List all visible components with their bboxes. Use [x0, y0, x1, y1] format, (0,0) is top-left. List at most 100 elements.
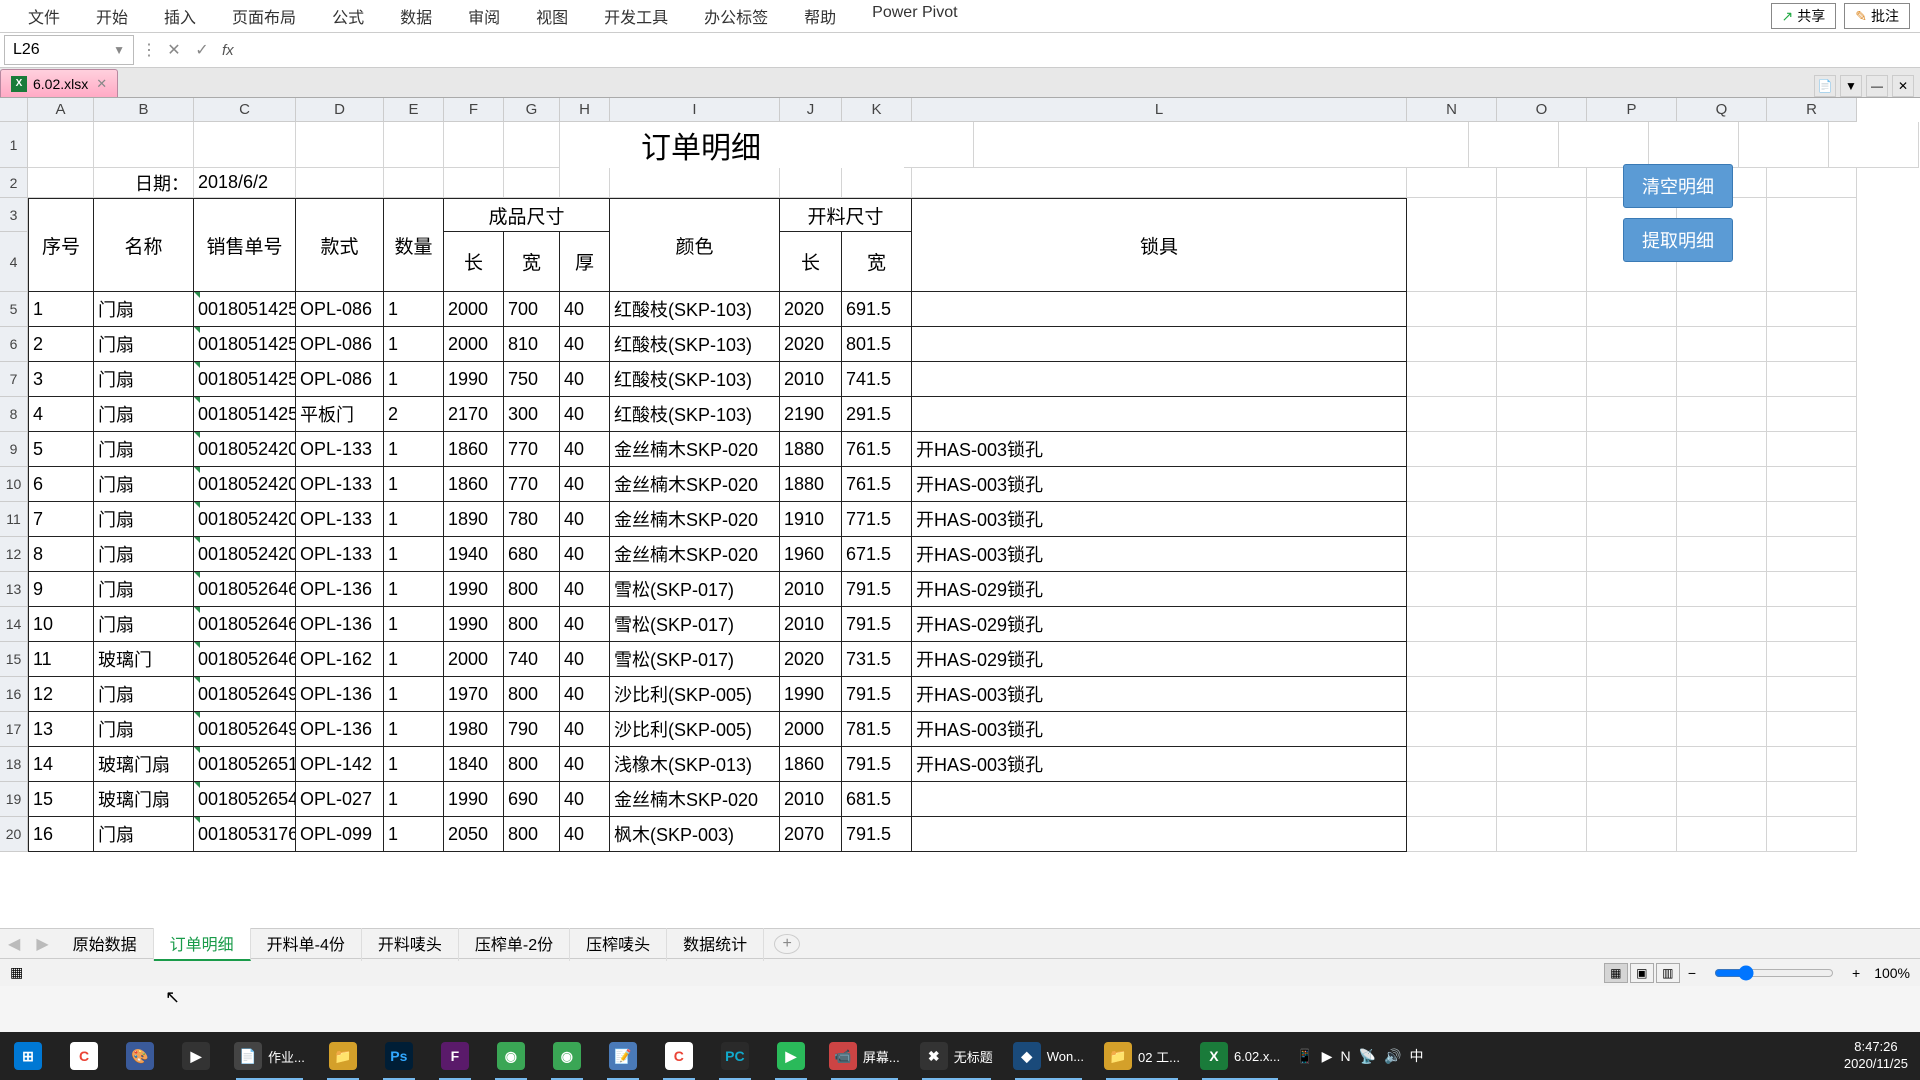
data-cell[interactable]: 6: [28, 467, 94, 502]
data-cell[interactable]: 12: [28, 677, 94, 712]
data-cell[interactable]: 1: [384, 292, 444, 327]
cell[interactable]: [1407, 537, 1497, 572]
col-header-B[interactable]: B: [94, 98, 194, 122]
data-cell[interactable]: 671.5: [842, 537, 912, 572]
data-cell[interactable]: 1: [384, 537, 444, 572]
data-cell[interactable]: [912, 782, 1407, 817]
data-cell[interactable]: 2000: [444, 292, 504, 327]
data-cell[interactable]: 门扇: [94, 502, 194, 537]
cell[interactable]: [1587, 782, 1677, 817]
header-宽[interactable]: 宽: [504, 232, 560, 292]
data-cell[interactable]: 开HAS-003锁孔: [912, 712, 1407, 747]
data-cell[interactable]: 2070: [780, 817, 842, 852]
cell[interactable]: [1677, 677, 1767, 712]
taskbar-item-16[interactable]: ◆Won...: [1003, 1032, 1094, 1080]
data-cell[interactable]: 2010: [780, 782, 842, 817]
header-lock[interactable]: 锁具: [912, 198, 1407, 292]
cell[interactable]: [504, 168, 560, 198]
data-cell[interactable]: 1970: [444, 677, 504, 712]
cell[interactable]: [1767, 198, 1857, 292]
data-cell[interactable]: 800: [504, 607, 560, 642]
data-cell[interactable]: 1860: [444, 432, 504, 467]
data-cell[interactable]: 40: [560, 677, 610, 712]
data-cell[interactable]: 40: [560, 572, 610, 607]
data-cell[interactable]: OPL-136: [296, 712, 384, 747]
tray-icon[interactable]: 🔊: [1384, 1048, 1401, 1065]
data-cell[interactable]: 红酸枝(SKP-103): [610, 327, 780, 362]
cell[interactable]: [1497, 168, 1587, 198]
data-cell[interactable]: [912, 817, 1407, 852]
tray-icon[interactable]: 📡: [1359, 1048, 1376, 1065]
row-header-13[interactable]: 13: [0, 572, 28, 607]
data-cell[interactable]: 4: [28, 397, 94, 432]
tray-icon[interactable]: N: [1340, 1048, 1350, 1064]
data-cell[interactable]: 40: [560, 467, 610, 502]
data-cell[interactable]: 1: [384, 607, 444, 642]
new-file-icon[interactable]: 📄: [1814, 75, 1836, 97]
cell[interactable]: [384, 122, 444, 168]
zoom-in-button[interactable]: +: [1844, 965, 1868, 981]
cell[interactable]: [1677, 817, 1767, 852]
data-cell[interactable]: 40: [560, 432, 610, 467]
data-cell[interactable]: 2010: [780, 572, 842, 607]
col-header-E[interactable]: E: [384, 98, 444, 122]
cell[interactable]: [560, 168, 610, 198]
data-cell[interactable]: 700: [504, 292, 560, 327]
taskbar-item-17[interactable]: 📁02 工...: [1094, 1032, 1190, 1080]
data-cell[interactable]: 1990: [444, 362, 504, 397]
cell[interactable]: [1767, 782, 1857, 817]
data-cell[interactable]: 40: [560, 642, 610, 677]
cell[interactable]: [1587, 292, 1677, 327]
confirm-formula-button[interactable]: ✓: [188, 40, 216, 60]
cell[interactable]: [1407, 327, 1497, 362]
data-cell[interactable]: 681.5: [842, 782, 912, 817]
cell[interactable]: [1677, 537, 1767, 572]
col-header-Q[interactable]: Q: [1677, 98, 1767, 122]
data-cell[interactable]: 2000: [444, 327, 504, 362]
taskbar-item-8[interactable]: ◉: [483, 1032, 539, 1080]
data-cell[interactable]: 1: [384, 782, 444, 817]
data-cell[interactable]: 40: [560, 782, 610, 817]
cell[interactable]: [1407, 677, 1497, 712]
cell[interactable]: [1677, 747, 1767, 782]
data-cell[interactable]: 0018052646: [194, 572, 296, 607]
row-header-7[interactable]: 7: [0, 362, 28, 397]
cell[interactable]: [1677, 362, 1767, 397]
data-cell[interactable]: 9: [28, 572, 94, 607]
data-cell[interactable]: 1990: [444, 607, 504, 642]
data-cell[interactable]: 开HAS-003锁孔: [912, 432, 1407, 467]
cell[interactable]: [1497, 397, 1587, 432]
data-cell[interactable]: 2190: [780, 397, 842, 432]
data-cell[interactable]: 门扇: [94, 432, 194, 467]
cell[interactable]: [1677, 642, 1767, 677]
menu-开始[interactable]: 开始: [78, 0, 146, 32]
chevron-down-icon[interactable]: ▼: [113, 43, 125, 57]
cell[interactable]: [1497, 292, 1587, 327]
taskbar-item-12[interactable]: PC: [707, 1032, 763, 1080]
cell[interactable]: [1677, 292, 1767, 327]
header-长[interactable]: 长: [444, 232, 504, 292]
row-header-1[interactable]: 1: [0, 122, 28, 168]
data-cell[interactable]: 1880: [780, 432, 842, 467]
header-name[interactable]: 名称: [94, 198, 194, 292]
data-cell[interactable]: 2: [28, 327, 94, 362]
data-cell[interactable]: 3: [28, 362, 94, 397]
cell[interactable]: [1469, 122, 1559, 168]
data-cell[interactable]: 0018052649: [194, 677, 296, 712]
data-cell[interactable]: 40: [560, 817, 610, 852]
data-cell[interactable]: 40: [560, 712, 610, 747]
data-cell[interactable]: 浅橡木(SKP-013): [610, 747, 780, 782]
cell[interactable]: [1829, 122, 1919, 168]
cell[interactable]: [1767, 712, 1857, 747]
cell[interactable]: [1587, 677, 1677, 712]
tray-icon[interactable]: 中: [1409, 1046, 1423, 1066]
data-cell[interactable]: 沙比利(SKP-005): [610, 712, 780, 747]
cell[interactable]: [504, 122, 560, 168]
row-header-12[interactable]: 12: [0, 537, 28, 572]
cell[interactable]: [1497, 782, 1587, 817]
taskbar-item-14[interactable]: 📹屏幕...: [819, 1032, 910, 1080]
date-value[interactable]: 2018/6/2: [194, 168, 296, 198]
header-厚[interactable]: 厚: [560, 232, 610, 292]
cell[interactable]: [1767, 362, 1857, 397]
data-cell[interactable]: 开HAS-003锁孔: [912, 467, 1407, 502]
